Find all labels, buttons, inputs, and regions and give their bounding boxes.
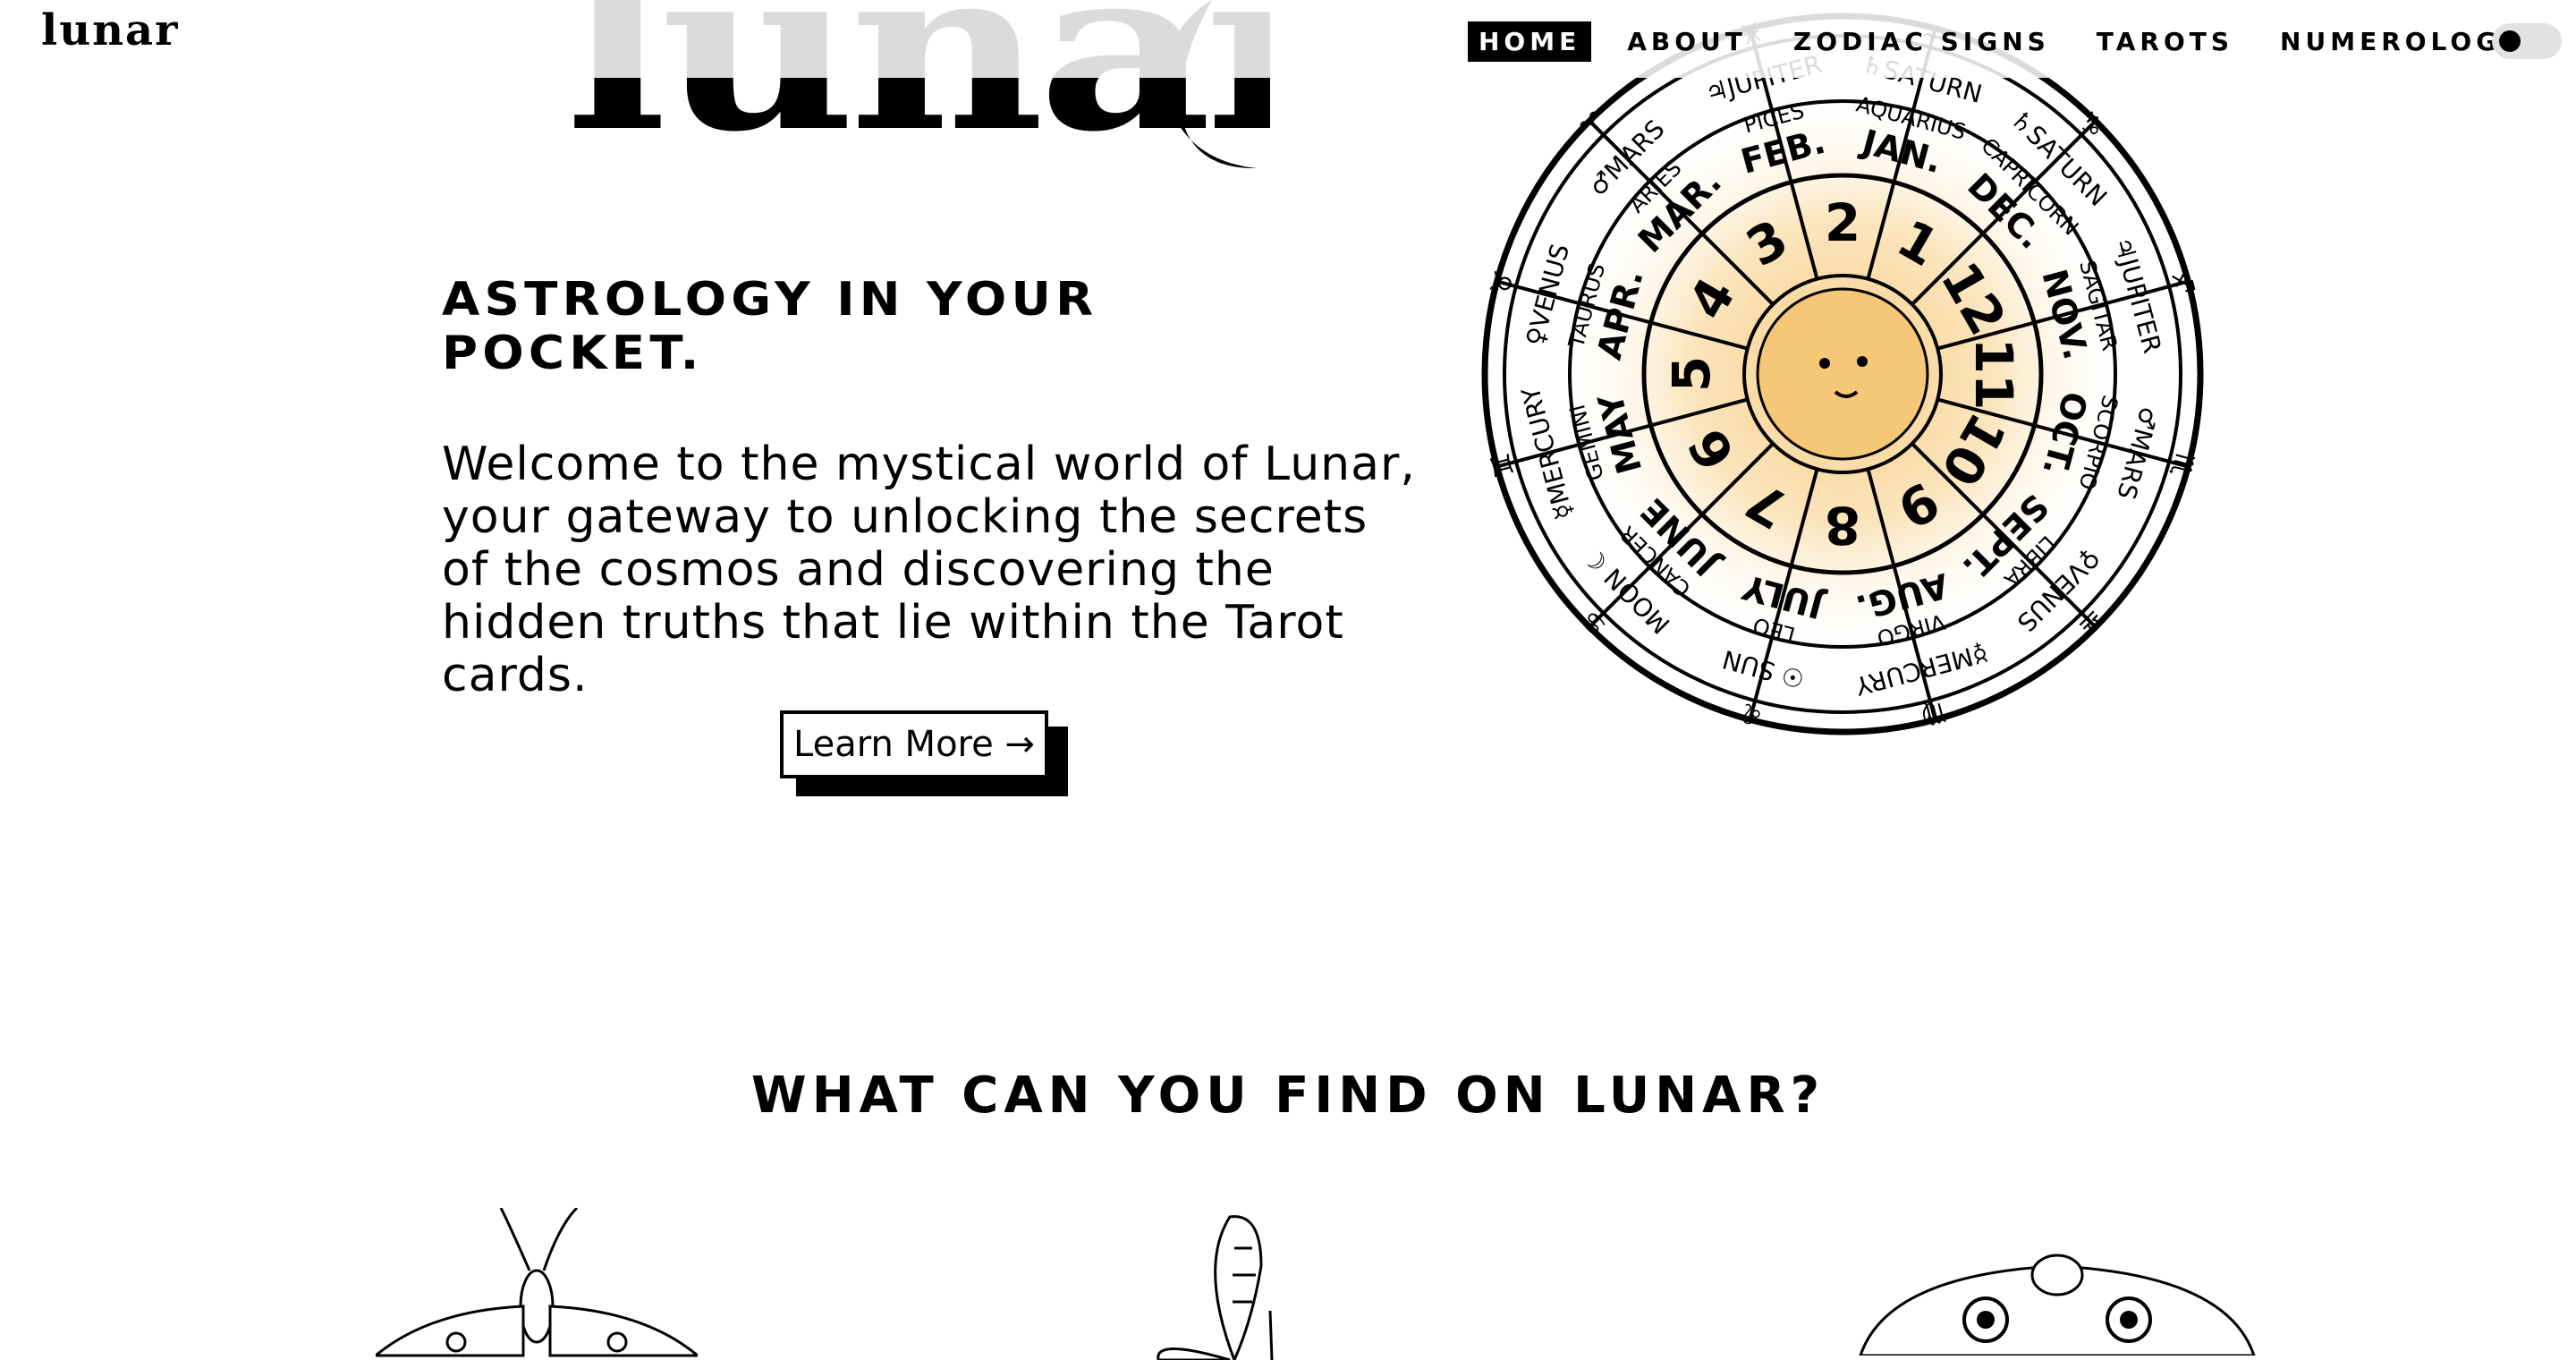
butterfly-illustration bbox=[1157, 1215, 1274, 1360]
site-logo[interactable]: lunar bbox=[41, 5, 179, 55]
theme-toggle[interactable] bbox=[2492, 23, 2562, 59]
hero-intro-text: Welcome to the mystical world of Lunar, … bbox=[442, 438, 1416, 702]
zodiac-wheel-illustration: 1234567 8 9101112JAN.FEB.MAR.APR.MAYJUNEJU… bbox=[1481, 13, 2204, 735]
nav-link-about[interactable]: ABOUT bbox=[1616, 21, 1758, 62]
wheel-number: 8 bbox=[1825, 495, 1860, 556]
hero-tagline: ASTROLOGY IN YOUR POCKET. bbox=[442, 273, 1098, 380]
section-title: WHAT CAN YOU FIND ON LUNAR? bbox=[750, 1067, 1826, 1125]
top-navigation-bar: lunar HOME ABOUT ZODIAC SIGNS TAROTS NUM… bbox=[0, 0, 2576, 78]
nav-links: HOME ABOUT ZODIAC SIGNS TAROTS NUMEROLOG… bbox=[1468, 21, 2559, 62]
moth-illustration bbox=[376, 1208, 698, 1357]
learn-more-button[interactable]: Learn More → bbox=[780, 710, 1048, 778]
toggle-switch-icon bbox=[2499, 30, 2521, 52]
nav-link-zodiac-signs[interactable]: ZODIAC SIGNS bbox=[1783, 21, 2061, 62]
learn-more-button-wrap: Learn More → bbox=[780, 710, 1068, 796]
wheel-number: 2 bbox=[1825, 192, 1860, 253]
moth-illustration-2 bbox=[1859, 1254, 2256, 1356]
nav-link-home[interactable]: HOME bbox=[1468, 21, 1592, 62]
wheel-number: 11 bbox=[1963, 338, 2024, 411]
nav-link-tarots[interactable]: TAROTS bbox=[2086, 21, 2244, 62]
wheel-number: 5 bbox=[1661, 356, 1722, 392]
